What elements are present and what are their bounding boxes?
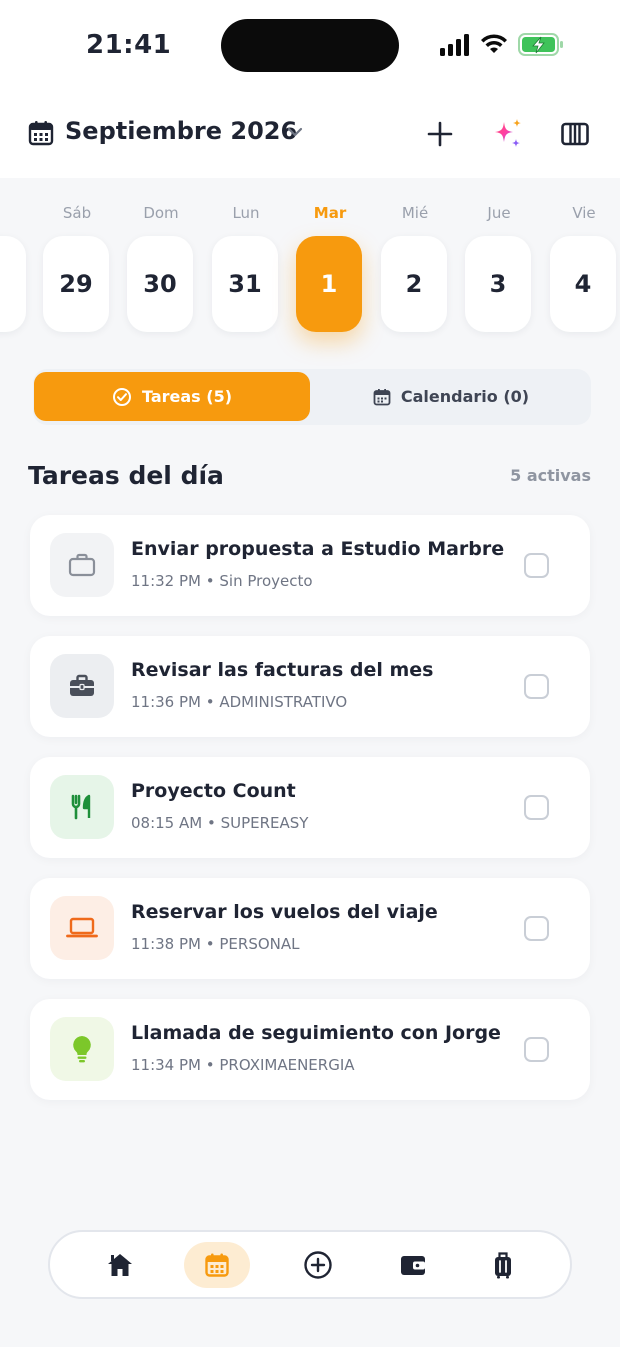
lightbulb-icon — [73, 1036, 91, 1063]
day-name: Dom — [143, 204, 179, 222]
calendar-header: Septiembre 2026 — [0, 90, 620, 178]
chevron-down-icon[interactable] — [286, 125, 304, 139]
day-name: Vie — [572, 204, 596, 222]
day-name: Sáb — [62, 204, 92, 222]
section-title: Tareas del día — [28, 461, 224, 490]
task-title: Llamada de seguimiento con Jorge — [131, 1022, 501, 1044]
day-name: Mar — [313, 204, 347, 222]
task-checkbox[interactable] — [524, 553, 549, 578]
luggage-icon — [495, 1252, 511, 1279]
wallet-icon — [401, 1256, 425, 1275]
task-card[interactable]: Proyecto Count 08:15 AM • SUPEREASY — [30, 757, 590, 858]
day-name: Lun — [232, 204, 260, 222]
wifi-icon — [481, 34, 507, 53]
day-number: 3 — [465, 236, 531, 332]
task-project: PROXIMAENERGIA — [219, 1056, 355, 1074]
nav-wallet[interactable] — [380, 1242, 446, 1288]
plus-icon — [427, 121, 453, 147]
task-checkbox[interactable] — [524, 795, 549, 820]
signal-icon — [440, 34, 469, 56]
task-title: Reservar los vuelos del viaje — [131, 901, 438, 923]
ai-sparkle-button[interactable] — [489, 114, 529, 154]
task-meta: 11:38 PM • PERSONAL — [131, 935, 300, 953]
day-number: 30 — [127, 236, 193, 332]
task-meta: 08:15 AM • SUPEREASY — [131, 814, 309, 832]
bottom-nav — [48, 1230, 572, 1299]
task-time: 11:32 PM — [131, 572, 201, 590]
task-checkbox[interactable] — [524, 674, 549, 699]
day-number: 2 — [381, 236, 447, 332]
task-icon-tile — [50, 654, 114, 718]
task-icon-tile — [50, 533, 114, 597]
active-count: 5 activas — [510, 466, 591, 485]
columns-icon — [561, 122, 589, 146]
status-bar: 21:41 — [0, 0, 620, 90]
day-number: 31 — [212, 236, 278, 332]
nav-home[interactable] — [87, 1242, 153, 1288]
week-day-strip: 8 Sáb 29 Dom 30 Lun 31 Mar 1 Mié 2 Jue 3… — [0, 178, 620, 348]
task-meta: 11:36 PM • ADMINISTRATIVO — [131, 693, 348, 711]
task-card[interactable]: Enviar propuesta a Estudio Marbre 11:32 … — [30, 515, 590, 616]
task-checkbox[interactable] — [524, 916, 549, 941]
day-name: Jue — [487, 204, 511, 222]
calendar-icon — [28, 121, 54, 146]
month-selector[interactable]: Septiembre 2026 — [65, 117, 297, 145]
calendar-icon — [205, 1253, 229, 1277]
day-number: 1 — [296, 236, 362, 332]
laptop-icon — [66, 917, 98, 938]
day-number: 4 — [550, 236, 616, 332]
task-time: 11:36 PM — [131, 693, 201, 711]
briefcase-filled-icon — [70, 674, 94, 696]
task-icon-tile — [50, 775, 114, 839]
task-card[interactable]: Reservar los vuelos del viaje 11:38 PM •… — [30, 878, 590, 979]
view-segmented-control: Tareas (5) Calendario (0) — [33, 369, 591, 425]
task-icon-tile — [50, 1017, 114, 1081]
status-time: 21:41 — [86, 30, 172, 60]
task-title: Proyecto Count — [131, 780, 296, 802]
fork-knife-icon — [71, 794, 91, 820]
calendar-small-icon — [373, 388, 391, 405]
nav-calendar[interactable] — [184, 1242, 250, 1288]
task-time: 11:38 PM — [131, 935, 201, 953]
task-project: ADMINISTRATIVO — [219, 693, 348, 711]
task-time: 08:15 AM — [131, 814, 203, 832]
task-project: SUPEREASY — [220, 814, 309, 832]
nav-add[interactable] — [285, 1242, 351, 1288]
dynamic-island — [221, 19, 399, 72]
day-number: 8 — [0, 236, 26, 332]
task-title: Enviar propuesta a Estudio Marbre — [131, 538, 505, 560]
task-icon-tile — [50, 896, 114, 960]
day-name: Mié — [401, 204, 429, 222]
task-project: Sin Proyecto — [219, 572, 313, 590]
tab-calendar-label: Calendario (0) — [400, 387, 530, 406]
sparkles-icon — [495, 119, 521, 147]
app-screen: 21:41 Septiembre 2026 Sáb 29 Dom 30 Lun … — [0, 0, 620, 1347]
home-icon — [108, 1254, 132, 1276]
task-checkbox[interactable] — [524, 1037, 549, 1062]
view-columns-button[interactable] — [555, 114, 595, 154]
task-time: 11:34 PM — [131, 1056, 201, 1074]
task-card[interactable]: Revisar las facturas del mes 11:36 PM • … — [30, 636, 590, 737]
tab-tasks-label: Tareas (5) — [141, 387, 233, 406]
task-card[interactable]: Llamada de seguimiento con Jorge 11:34 P… — [30, 999, 590, 1100]
task-project: PERSONAL — [219, 935, 300, 953]
task-title: Revisar las facturas del mes — [131, 659, 434, 681]
plus-circle-icon — [304, 1251, 332, 1279]
task-meta: 11:32 PM • Sin Proyecto — [131, 572, 313, 590]
day-number: 29 — [43, 236, 109, 332]
tab-calendar[interactable]: Calendario (0) — [313, 372, 589, 421]
add-button[interactable] — [420, 114, 460, 154]
task-meta: 11:34 PM • PROXIMAENERGIA — [131, 1056, 355, 1074]
nav-luggage[interactable] — [470, 1242, 536, 1288]
battery-charging-icon — [518, 33, 563, 56]
briefcase-outline-icon — [68, 553, 96, 577]
tab-tasks[interactable]: Tareas (5) — [34, 372, 310, 421]
check-circle-icon — [112, 387, 131, 406]
